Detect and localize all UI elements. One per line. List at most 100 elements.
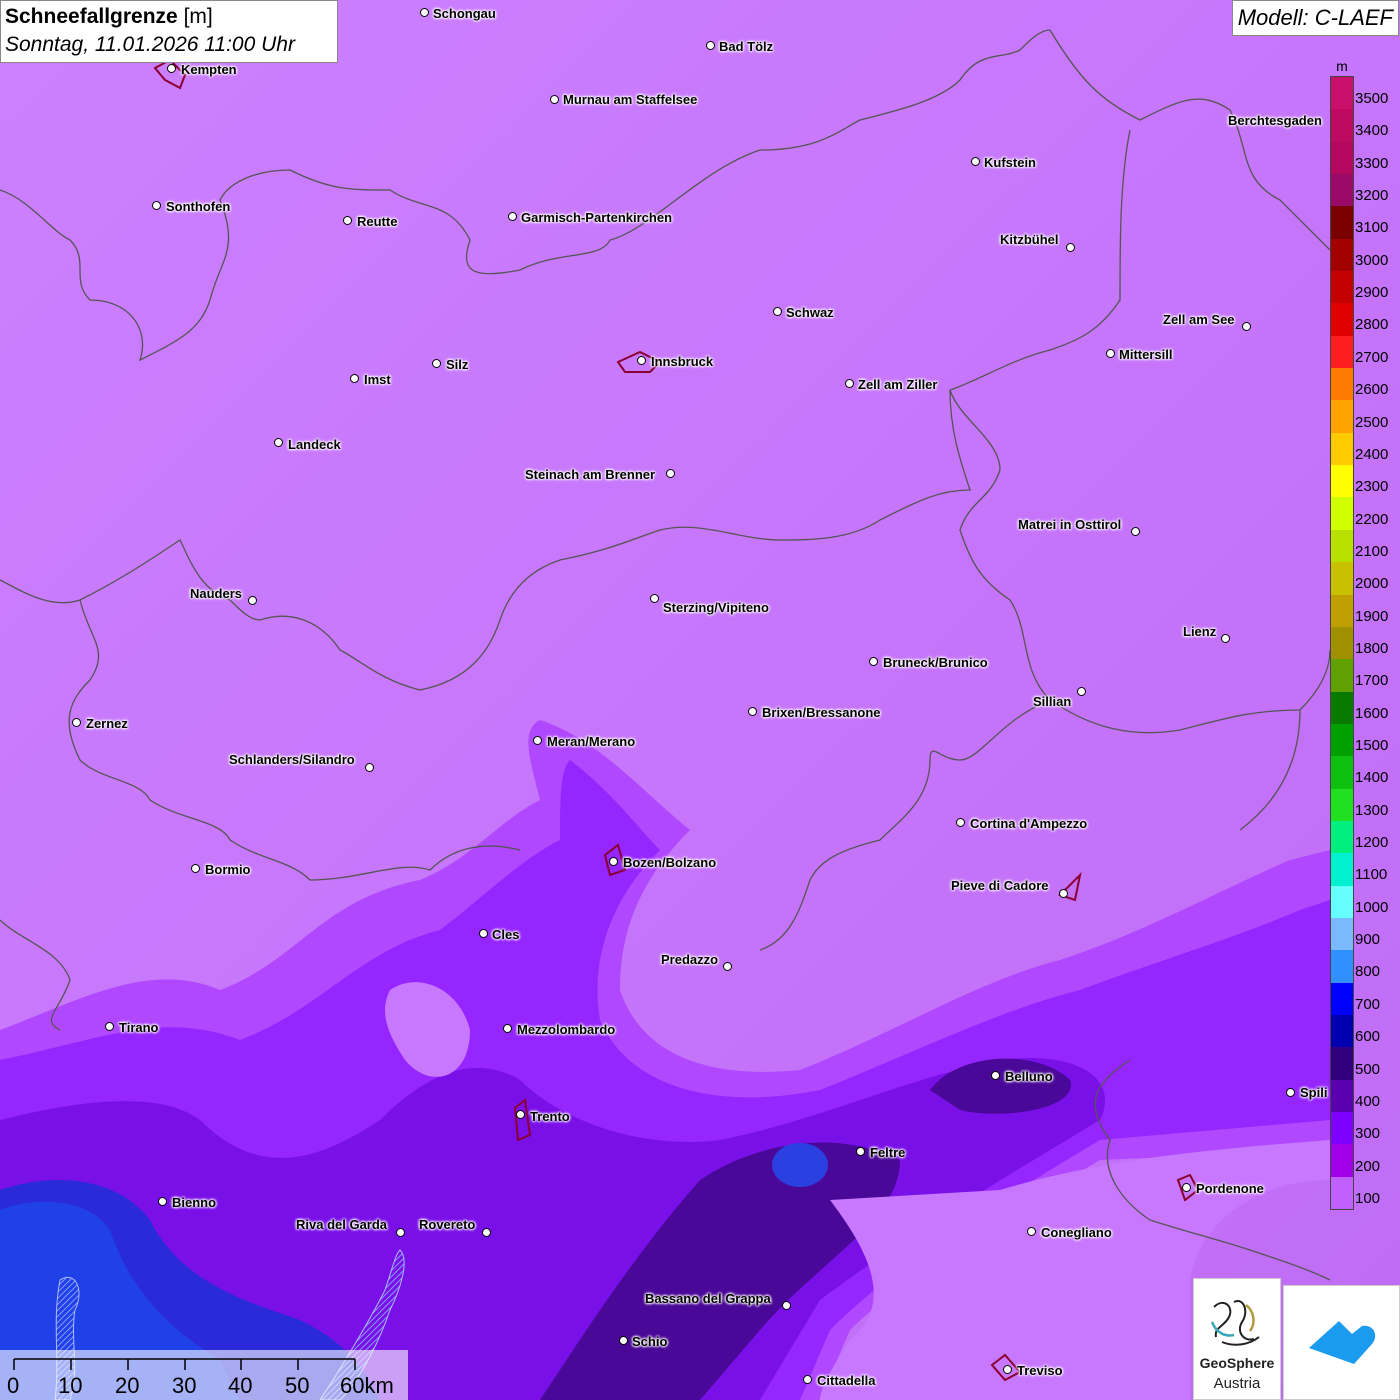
city-marker[interactable]	[503, 1024, 512, 1033]
city-label: Murnau am Staffelsee	[563, 92, 698, 107]
city-marker[interactable]	[1221, 634, 1230, 643]
legend-swatch	[1331, 659, 1353, 692]
legend-label: 700	[1355, 995, 1381, 1013]
city-label: Meran/Merano	[547, 734, 636, 749]
city-marker[interactable]	[991, 1071, 1000, 1080]
city-marker[interactable]	[1077, 687, 1086, 696]
city-marker[interactable]	[845, 379, 854, 388]
legend-label: 600	[1355, 1028, 1381, 1046]
city-marker[interactable]	[1242, 322, 1251, 331]
city-label: Sillian	[1033, 694, 1072, 709]
legend-color-bar	[1330, 76, 1354, 1211]
legend-label: 900	[1355, 931, 1381, 949]
legend-swatch	[1331, 1079, 1353, 1112]
city-label: Riva del Garda	[296, 1217, 388, 1232]
legend-swatch	[1331, 1047, 1353, 1080]
city-marker[interactable]	[508, 212, 517, 221]
city-marker[interactable]	[343, 216, 352, 225]
city-marker[interactable]	[479, 929, 488, 938]
city-marker[interactable]	[956, 818, 965, 827]
legend-swatch	[1331, 206, 1353, 239]
city-marker[interactable]	[152, 201, 161, 210]
city-marker[interactable]	[723, 962, 732, 971]
city-marker[interactable]	[609, 857, 618, 866]
city-marker[interactable]	[105, 1022, 114, 1031]
city-marker[interactable]	[420, 8, 429, 17]
legend-swatch	[1331, 465, 1353, 498]
legend-label: 3200	[1355, 187, 1389, 205]
city-marker[interactable]	[706, 41, 715, 50]
city-marker[interactable]	[1182, 1183, 1191, 1192]
city-label: Feltre	[870, 1145, 906, 1160]
city-marker[interactable]	[803, 1375, 812, 1384]
city-marker[interactable]	[1003, 1365, 1012, 1374]
city-marker[interactable]	[1059, 889, 1068, 898]
legend-swatch	[1331, 820, 1353, 854]
legend-label: 500	[1355, 1060, 1381, 1078]
city-marker[interactable]	[72, 718, 81, 727]
scale-tick: 40	[228, 1373, 253, 1398]
legend-swatch	[1331, 335, 1353, 369]
city-marker[interactable]	[350, 374, 359, 383]
city-marker[interactable]	[773, 307, 782, 316]
legend-label: 2900	[1355, 284, 1389, 302]
city-marker[interactable]	[167, 64, 176, 73]
city-marker[interactable]	[619, 1336, 628, 1345]
legend-swatch	[1331, 497, 1353, 530]
legend-swatch	[1331, 303, 1353, 336]
city-label: Pordenone	[1196, 1181, 1264, 1196]
legend-label: 200	[1355, 1157, 1381, 1175]
city-label: Lienz	[1183, 624, 1217, 639]
legend-label: 2100	[1355, 542, 1389, 560]
geosphere-logo[interactable]: GeoSphere Austria	[1193, 1278, 1281, 1400]
app-logo[interactable]	[1283, 1285, 1400, 1400]
city-marker[interactable]	[971, 157, 980, 166]
legend-label: 1000	[1355, 898, 1389, 916]
map-datetime: Sonntag, 11.01.2026 11:00 Uhr	[5, 33, 295, 56]
city-marker[interactable]	[274, 438, 283, 447]
legend-label: 3500	[1355, 90, 1389, 107]
city-marker[interactable]	[533, 736, 542, 745]
city-marker[interactable]	[432, 359, 441, 368]
city-marker[interactable]	[1066, 243, 1075, 252]
legend-swatch	[1331, 982, 1353, 1015]
legend-label: 800	[1355, 963, 1381, 981]
legend-label: 1900	[1355, 607, 1389, 625]
city-marker[interactable]	[1027, 1227, 1036, 1236]
city-label: Schlanders/Silandro	[229, 752, 355, 767]
city-marker[interactable]	[782, 1301, 791, 1310]
city-marker[interactable]	[666, 469, 675, 478]
city-marker[interactable]	[396, 1228, 405, 1237]
weather-app-icon	[1309, 1321, 1376, 1364]
city-marker[interactable]	[637, 356, 646, 365]
city-label: Bruneck/Brunico	[883, 655, 988, 670]
city-marker[interactable]	[516, 1110, 525, 1119]
city-marker[interactable]	[856, 1147, 865, 1156]
city-label: Imst	[364, 372, 391, 387]
city-marker[interactable]	[1286, 1088, 1295, 1097]
city-marker[interactable]	[248, 596, 257, 605]
legend-swatch	[1331, 174, 1353, 207]
city-marker[interactable]	[365, 763, 374, 772]
city-marker[interactable]	[869, 657, 878, 666]
city-marker[interactable]	[650, 594, 659, 603]
legend-swatch	[1331, 109, 1353, 142]
city-marker[interactable]	[158, 1197, 167, 1206]
city-label: Mittersill	[1119, 347, 1173, 362]
legend-label: 3100	[1355, 219, 1389, 237]
city-label: Bormio	[205, 862, 251, 877]
city-marker[interactable]	[1131, 527, 1140, 536]
city-marker[interactable]	[191, 864, 200, 873]
city-label: Landeck	[288, 437, 341, 452]
legend-label: 2700	[1355, 348, 1389, 366]
legend-label: 1500	[1355, 737, 1389, 754]
city-marker[interactable]	[550, 95, 559, 104]
city-marker[interactable]	[1106, 349, 1115, 358]
city-marker[interactable]	[748, 707, 757, 716]
legend-swatch	[1331, 626, 1353, 660]
city-marker[interactable]	[482, 1228, 491, 1237]
city-label: Silz	[446, 357, 469, 372]
city-label: Tirano	[119, 1020, 159, 1035]
legend-swatch	[1331, 594, 1353, 627]
legend-swatch	[1331, 1014, 1353, 1048]
